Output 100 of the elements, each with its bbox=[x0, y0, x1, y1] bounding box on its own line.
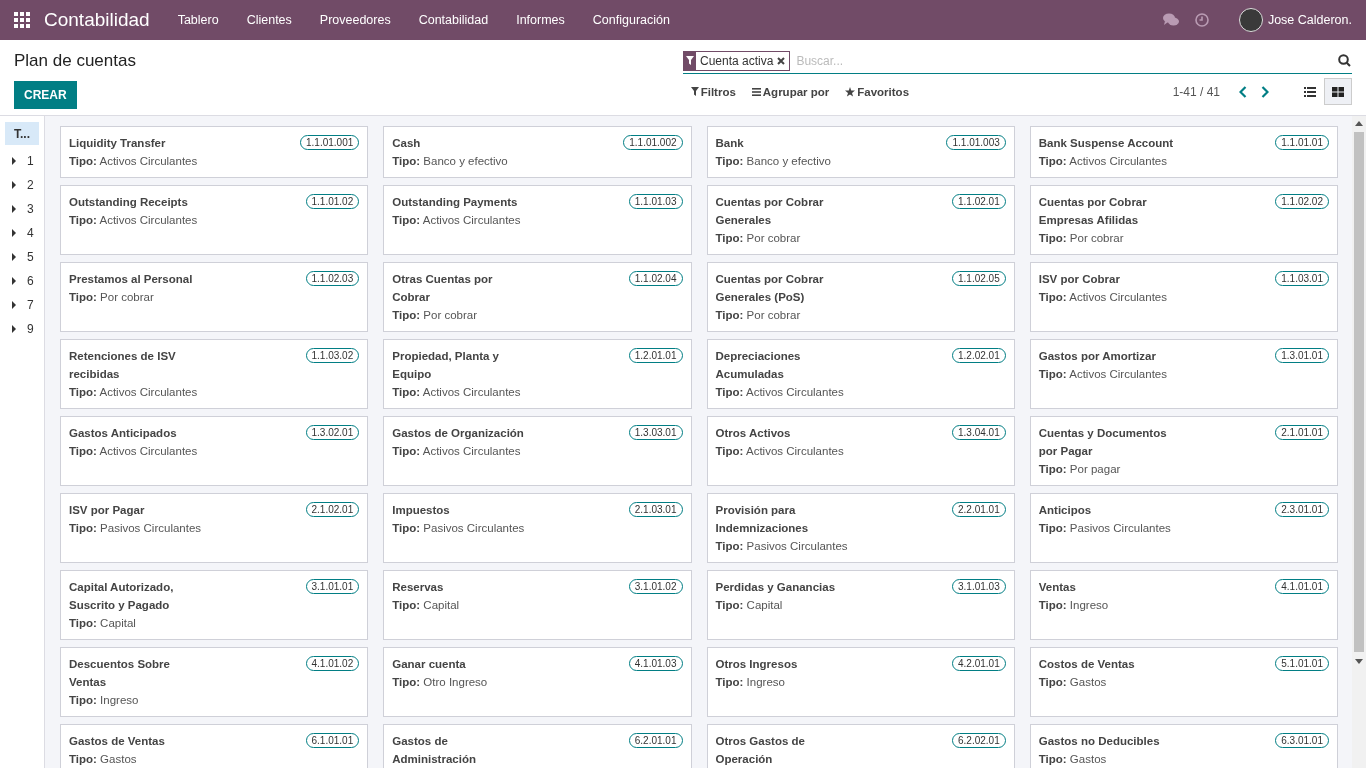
account-card[interactable]: Gastos por Amortizar 1.3.01.01 Tipo: Activos Circulantes bbox=[1029, 339, 1338, 409]
menu-item[interactable]: Configuración bbox=[578, 13, 684, 27]
account-type: Tipo: Capital bbox=[392, 598, 461, 613]
account-card[interactable]: Cash 1.1.01.002 Tipo: Banco y efectivo bbox=[383, 126, 692, 178]
account-name: Gastos no Deducibles bbox=[1038, 734, 1160, 749]
account-type: Tipo: Pasivos Circulantes bbox=[1038, 521, 1172, 536]
account-card[interactable]: Cuentas y Documentos por Pagar 2.1.01.01 Tipo: Por pagar bbox=[1029, 416, 1338, 486]
app-title[interactable]: Contabilidad bbox=[44, 9, 150, 31]
close-icon[interactable] bbox=[777, 56, 786, 65]
account-card[interactable]: Provisión para Indemnizaciones 2.2.01.01 Tipo: Pasivos Circulantes bbox=[706, 493, 1015, 563]
account-card[interactable]: Gastos de Ventas 6.1.01.01 Tipo: Gastos bbox=[60, 724, 369, 768]
account-type: Tipo: Activos Circulantes bbox=[69, 385, 199, 400]
caret-icon[interactable] bbox=[11, 181, 17, 189]
sidebar-item[interactable]: 1 bbox=[27, 154, 34, 168]
account-card[interactable]: Bank Suspense Account 1.1.01.01 Tipo: Activos Circulantes bbox=[1029, 126, 1338, 178]
account-type: Tipo: Por cobrar bbox=[715, 231, 802, 246]
account-card[interactable]: Depreciaciones Acumuladas 1.2.02.01 Tipo: Activos Circulantes bbox=[706, 339, 1015, 409]
account-name: Provisión para Indemnizaciones bbox=[715, 503, 810, 536]
list-lines-icon[interactable] bbox=[751, 87, 761, 96]
app-menu-icon[interactable] bbox=[14, 12, 30, 28]
menu-item[interactable]: Contabilidad bbox=[404, 13, 503, 27]
avatar[interactable] bbox=[1238, 8, 1263, 32]
caret-icon[interactable] bbox=[11, 157, 17, 165]
next-icon[interactable] bbox=[1261, 85, 1269, 98]
account-type: Tipo: Activos Circulantes bbox=[715, 444, 845, 459]
account-card[interactable]: Ventas 4.1.01.01 Tipo: Ingreso bbox=[1029, 570, 1338, 640]
account-card[interactable]: Descuentos Sobre Ventas 4.1.01.02 Tipo: Ingreso bbox=[60, 647, 369, 717]
menu-item[interactable]: Proveedores bbox=[305, 13, 405, 27]
caret-icon[interactable] bbox=[11, 325, 17, 333]
pager-value[interactable]: 1-41 / 41 bbox=[1172, 84, 1220, 99]
sidebar-header[interactable]: T... bbox=[5, 122, 39, 145]
account-name: Gastos de Organización bbox=[392, 426, 524, 441]
search-icon[interactable] bbox=[1338, 54, 1351, 67]
account-name: ISV por Cobrar bbox=[1038, 272, 1120, 287]
account-type: Tipo: Por cobrar bbox=[1038, 231, 1125, 246]
account-card[interactable]: ISV por Pagar 2.1.02.01 Tipo: Pasivos Circulantes bbox=[60, 493, 369, 563]
account-card[interactable]: ISV por Cobrar 1.1.03.01 Tipo: Activos Circulantes bbox=[1029, 262, 1338, 332]
account-card[interactable]: Capital Autorizado, Suscrito y Pagado 3.1.01.01 Tipo: Capital bbox=[60, 570, 369, 640]
scrollbar-thumb[interactable] bbox=[1354, 132, 1364, 652]
clock-icon[interactable] bbox=[1194, 13, 1209, 27]
sidebar-item[interactable]: 2 bbox=[27, 178, 34, 192]
account-card[interactable]: Cuentas por Cobrar Empresas Afilidas 1.1.02.02 Tipo: Por cobrar bbox=[1029, 185, 1338, 255]
sidebar-item[interactable]: 5 bbox=[27, 250, 34, 264]
menu-item[interactable]: Tablero bbox=[163, 13, 233, 27]
account-card[interactable]: Gastos no Deducibles 6.3.01.01 Tipo: Gastos bbox=[1029, 724, 1338, 768]
account-card[interactable]: Otros Activos 1.3.04.01 Tipo: Activos Circulantes bbox=[706, 416, 1015, 486]
caret-icon[interactable] bbox=[11, 253, 17, 261]
user-name[interactable]: Jose Calderon. bbox=[1267, 13, 1352, 27]
sidebar-item[interactable]: 4 bbox=[27, 226, 34, 240]
account-name: Descuentos Sobre Ventas bbox=[69, 657, 171, 690]
previous-icon[interactable] bbox=[1239, 85, 1247, 98]
filter-icon[interactable] bbox=[690, 87, 699, 96]
account-card[interactable]: Costos de Ventas 5.1.01.01 Tipo: Gastos bbox=[1029, 647, 1338, 717]
account-card[interactable]: Outstanding Receipts 1.1.01.02 Tipo: Activos Circulantes bbox=[60, 185, 369, 255]
filter-facet[interactable]: Cuenta activa bbox=[683, 50, 791, 71]
account-card[interactable]: Bank 1.1.01.003 Tipo: Banco y efectivo bbox=[706, 126, 1015, 178]
account-name: Cash bbox=[392, 136, 421, 151]
caret-icon[interactable] bbox=[11, 277, 17, 285]
account-card[interactable]: Anticipos 2.3.01.01 Tipo: Pasivos Circulantes bbox=[1029, 493, 1338, 563]
filter-dropdown[interactable]: Favoritos bbox=[840, 85, 915, 98]
sidebar-item[interactable]: 3 bbox=[27, 202, 34, 216]
account-card[interactable]: Liquidity Transfer 1.1.01.001 Tipo: Activos Circulantes bbox=[60, 126, 369, 178]
account-card[interactable]: Gastos de Organización 1.3.03.01 Tipo: Activos Circulantes bbox=[383, 416, 692, 486]
search-field[interactable]: Cuenta activa Buscar... bbox=[683, 48, 1352, 74]
chat-icon[interactable] bbox=[1162, 13, 1179, 27]
caret-icon[interactable] bbox=[11, 205, 17, 213]
account-card[interactable]: Impuestos 2.1.03.01 Tipo: Pasivos Circulantes bbox=[383, 493, 692, 563]
menu-item[interactable]: Informes bbox=[502, 13, 579, 27]
account-name: Retenciones de ISV recibidas bbox=[69, 349, 177, 382]
filter-icon[interactable] bbox=[684, 51, 696, 70]
account-card[interactable]: Prestamos al Personal 1.1.02.03 Tipo: Por cobrar bbox=[60, 262, 369, 332]
account-card[interactable]: Otros Ingresos 4.2.01.01 Tipo: Ingreso bbox=[706, 647, 1015, 717]
scroll-down-icon[interactable] bbox=[1355, 658, 1363, 664]
account-type: Tipo: Pasivos Circulantes bbox=[392, 521, 526, 536]
caret-icon[interactable] bbox=[11, 229, 17, 237]
account-card[interactable]: Reservas 3.1.01.02 Tipo: Capital bbox=[383, 570, 692, 640]
account-card[interactable]: Otras Cuentas por Cobrar 1.1.02.04 Tipo: Por cobrar bbox=[383, 262, 692, 332]
account-card[interactable]: Retenciones de ISV recibidas 1.1.03.02 Tipo: Activos Circulantes bbox=[60, 339, 369, 409]
menu-item[interactable]: Clientes bbox=[232, 13, 306, 27]
kanban-view-button[interactable] bbox=[1324, 78, 1352, 105]
account-card[interactable]: Gastos de Administración 6.2.01.01 bbox=[383, 724, 692, 768]
sidebar-item[interactable]: 6 bbox=[27, 274, 34, 288]
create-button[interactable]: CREAR bbox=[14, 81, 77, 109]
account-card[interactable]: Cuentas por Cobrar Generales 1.1.02.01 Tipo: Por cobrar bbox=[706, 185, 1015, 255]
caret-icon[interactable] bbox=[11, 301, 17, 309]
sidebar-item[interactable]: 9 bbox=[27, 322, 34, 336]
account-type: Tipo: Activos Circulantes bbox=[1038, 154, 1168, 169]
account-card[interactable]: Outstanding Payments 1.1.01.03 Tipo: Activos Circulantes bbox=[383, 185, 692, 255]
account-card[interactable]: Cuentas por Cobrar Generales (PoS) 1.1.02.05 Tipo: Por cobrar bbox=[706, 262, 1015, 332]
star-icon[interactable] bbox=[845, 86, 856, 97]
scrollbar[interactable] bbox=[1352, 116, 1366, 768]
account-card[interactable]: Ganar cuenta 4.1.01.03 Tipo: Otro Ingreso bbox=[383, 647, 692, 717]
filter-dropdown[interactable]: Agrupar por bbox=[746, 85, 835, 98]
account-card[interactable]: Otros Gastos de Operación 6.2.02.01 bbox=[706, 724, 1015, 768]
account-card[interactable]: Propiedad, Planta y Equipo 1.2.01.01 Tipo: Activos Circulantes bbox=[383, 339, 692, 409]
account-card[interactable]: Gastos Anticipados 1.3.02.01 Tipo: Activos Circulantes bbox=[60, 416, 369, 486]
account-card[interactable]: Perdidas y Ganancias 3.1.01.03 Tipo: Capital bbox=[706, 570, 1015, 640]
sidebar-item[interactable]: 7 bbox=[27, 298, 34, 312]
filter-dropdown[interactable]: Filtros bbox=[685, 85, 741, 98]
scroll-up-icon[interactable] bbox=[1355, 120, 1363, 126]
